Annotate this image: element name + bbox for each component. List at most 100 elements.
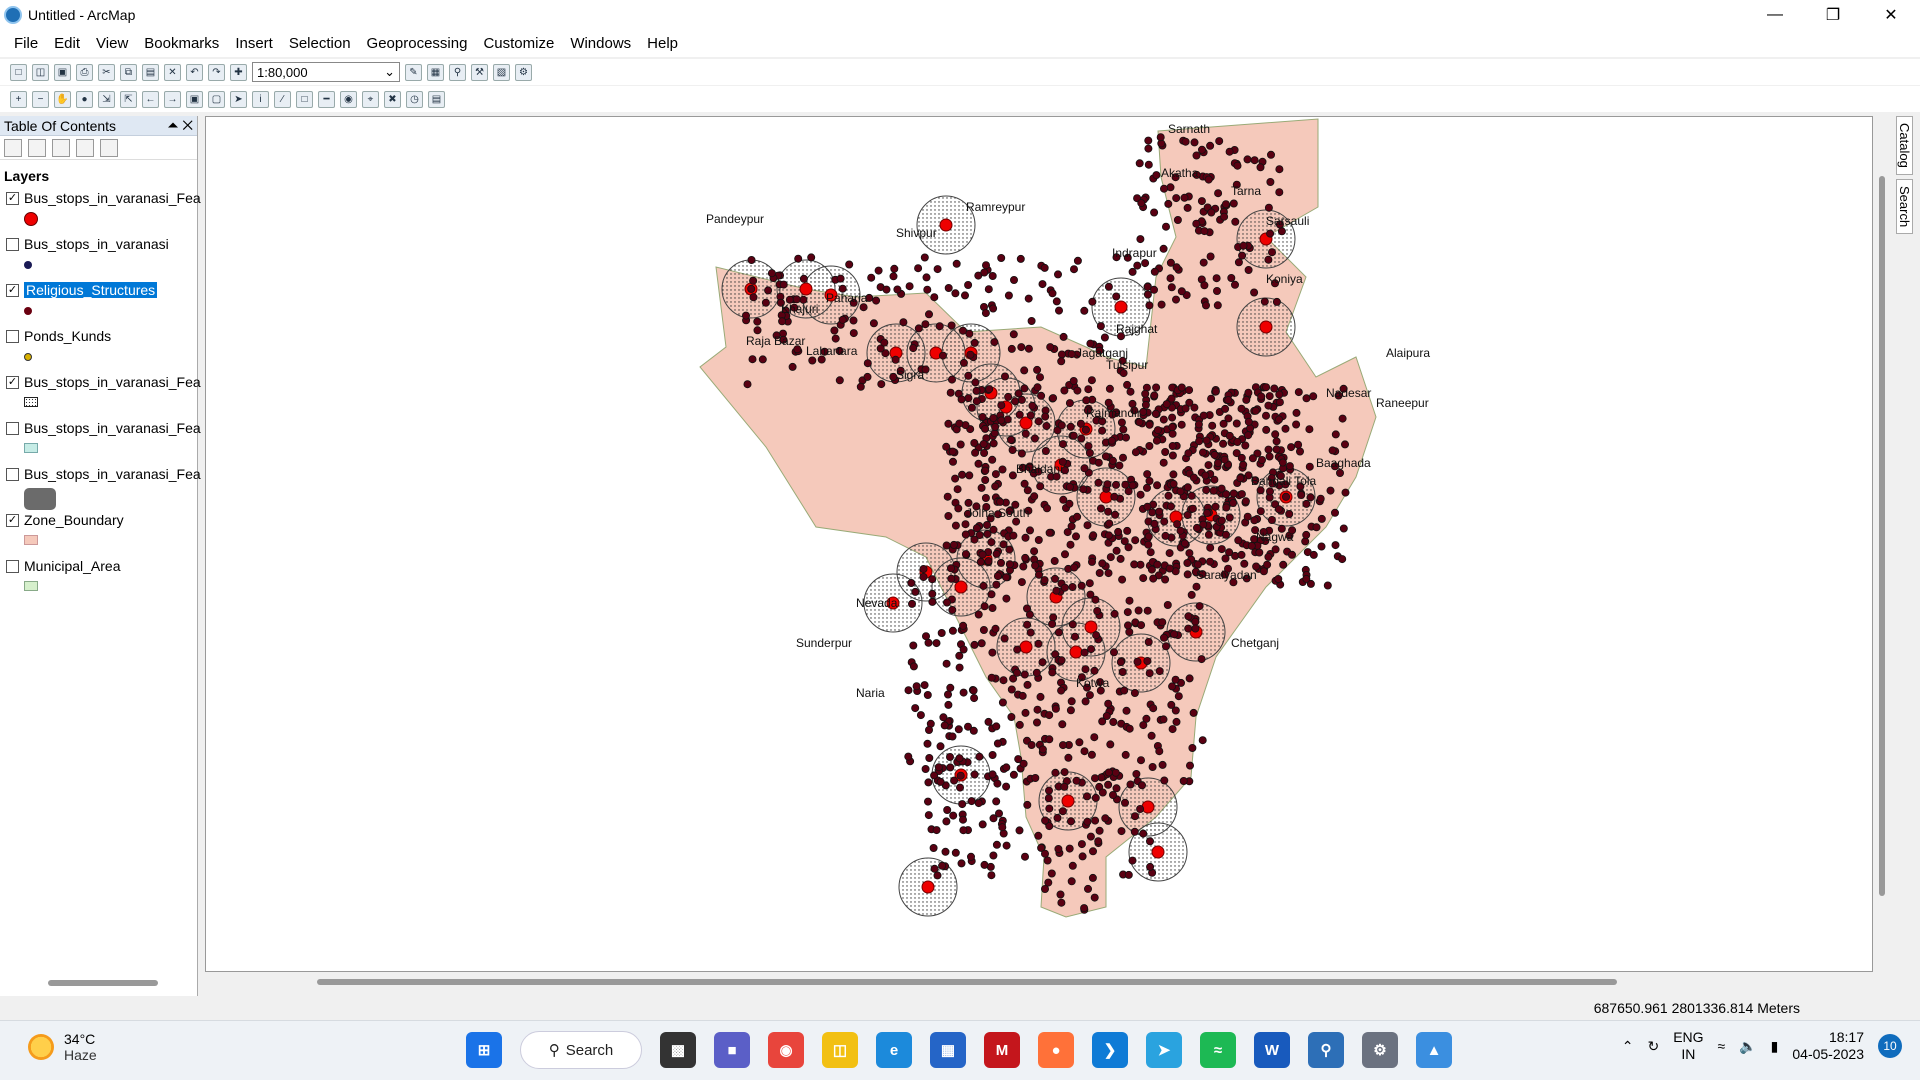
print-icon[interactable]: ⎙ xyxy=(76,63,93,81)
toc-layer-item[interactable]: Bus_stops_in_varanasi_Fea xyxy=(0,418,201,464)
html-popup-icon[interactable]: □ xyxy=(296,90,313,108)
map-view[interactable]: Sarnath Akatha Tarna Sarsauli Ramreypur Pande… xyxy=(205,116,1873,972)
python-window-icon[interactable]: ▧ xyxy=(493,63,510,81)
layer-name[interactable]: Municipal_Area xyxy=(24,558,121,574)
toc-layer-item[interactable]: Bus_stops_in_varanasi_Fea xyxy=(0,464,201,510)
undo-icon[interactable]: ↶ xyxy=(186,63,203,81)
open-folder-icon[interactable]: ◫ xyxy=(32,63,49,81)
layer-visibility-checkbox[interactable]: ✓ xyxy=(6,192,19,205)
layer-name[interactable]: Ponds_Kunds xyxy=(24,328,111,344)
toc-layer-item[interactable]: Ponds_Kunds xyxy=(0,326,197,372)
menu-view[interactable]: View xyxy=(88,31,136,56)
telegram-icon[interactable]: ➤ xyxy=(1146,1032,1182,1068)
language-indicator[interactable]: ENG IN xyxy=(1673,1029,1703,1063)
find-route-icon[interactable]: ⌖ xyxy=(362,90,379,108)
teams-chat-icon[interactable]: ■ xyxy=(714,1032,750,1068)
fixed-zoom-out-icon[interactable]: ⇱ xyxy=(120,90,137,108)
close-icon[interactable]: ✕ xyxy=(182,117,193,133)
layer-visibility-checkbox[interactable] xyxy=(6,238,19,251)
arcmap-taskbar-icon[interactable]: ⚲ xyxy=(1308,1032,1344,1068)
catalog-window-icon[interactable]: ▦ xyxy=(427,63,444,81)
layer-visibility-checkbox[interactable]: ✓ xyxy=(6,376,19,389)
file-explorer-icon[interactable]: ◫ xyxy=(822,1032,858,1068)
menu-insert[interactable]: Insert xyxy=(227,31,281,56)
sync-icon[interactable]: ↻ xyxy=(1647,1038,1659,1055)
layer-name[interactable]: Bus_stops_in_varanasi_Fea xyxy=(24,466,201,482)
menu-help[interactable]: Help xyxy=(639,31,686,56)
toc-layer-item[interactable]: Bus_stops_in_varanasi xyxy=(0,234,197,280)
settings-icon[interactable]: ⚙ xyxy=(1362,1032,1398,1068)
chrome-icon[interactable]: ◉ xyxy=(768,1032,804,1068)
edge-icon[interactable]: e xyxy=(876,1032,912,1068)
toc-layer-item[interactable]: ✓ Bus_stops_in_varanasi_Fea xyxy=(0,372,201,418)
layer-visibility-checkbox[interactable] xyxy=(6,468,19,481)
menu-file[interactable]: File xyxy=(6,31,46,56)
create-viewer-icon[interactable]: ▤ xyxy=(428,90,445,108)
toc-layer-item[interactable]: Municipal_Area xyxy=(0,556,197,602)
model-builder-icon[interactable]: ⚙ xyxy=(515,63,532,81)
cut-icon[interactable]: ✂ xyxy=(98,63,115,81)
notification-badge[interactable]: 10 xyxy=(1878,1034,1902,1058)
spotify-icon[interactable]: ≈ xyxy=(1200,1032,1236,1068)
layer-name[interactable]: Religious_Structures xyxy=(24,282,158,298)
redo-icon[interactable]: ↷ xyxy=(208,63,225,81)
identify-icon[interactable]: i xyxy=(252,90,269,108)
copy-icon[interactable]: ⧉ xyxy=(120,63,137,81)
hyperlink-icon[interactable]: ∕ xyxy=(274,90,291,108)
minimize-button[interactable]: — xyxy=(1746,0,1804,29)
fixed-zoom-in-icon[interactable]: ⇲ xyxy=(98,90,115,108)
layer-visibility-checkbox[interactable] xyxy=(6,560,19,573)
clock[interactable]: 18:17 04-05-2023 xyxy=(1792,1029,1864,1063)
start-button-icon[interactable]: ⊞ xyxy=(466,1032,502,1068)
layer-name[interactable]: Zone_Boundary xyxy=(24,512,124,528)
layer-visibility-checkbox[interactable] xyxy=(6,330,19,343)
firefox-icon[interactable]: ● xyxy=(1038,1032,1074,1068)
add-data-icon[interactable]: ✚ xyxy=(230,63,247,81)
layer-visibility-checkbox[interactable] xyxy=(6,422,19,435)
arctoolbox-icon[interactable]: ⚒ xyxy=(471,63,488,81)
back-extent-icon[interactable]: ← xyxy=(142,90,159,108)
menu-edit[interactable]: Edit xyxy=(46,31,88,56)
measure-icon[interactable]: ━ xyxy=(318,90,335,108)
menu-geoprocessing[interactable]: Geoprocessing xyxy=(359,31,476,56)
toc-options-icon[interactable] xyxy=(100,138,118,157)
menu-windows[interactable]: Windows xyxy=(562,31,639,56)
vscode-icon[interactable]: ❯ xyxy=(1092,1032,1128,1068)
weather-widget[interactable]: 34°C Haze xyxy=(28,1031,97,1063)
search-tab[interactable]: Search xyxy=(1896,178,1913,235)
toc-layer-item[interactable]: ✓ Bus_stops_in_varanasi_Fea xyxy=(0,188,201,234)
menu-bookmarks[interactable]: Bookmarks xyxy=(136,31,227,56)
wifi-icon[interactable]: ≈ xyxy=(1718,1038,1726,1054)
go-to-xy-icon[interactable]: ✖ xyxy=(384,90,401,108)
select-elements-icon[interactable]: ➤ xyxy=(230,90,247,108)
list-by-drawing-order-icon[interactable] xyxy=(4,138,22,157)
chevron-up-icon[interactable]: ⌃ xyxy=(1622,1038,1634,1055)
map-vertical-scrollbar[interactable] xyxy=(1874,116,1890,972)
toc-layer-item[interactable]: ✓ Zone_Boundary xyxy=(0,510,197,556)
paste-icon[interactable]: ▤ xyxy=(142,63,159,81)
select-features-icon[interactable]: ▣ xyxy=(186,90,203,108)
map-scale-dropdown[interactable]: 1:80,000 ⌄ xyxy=(252,62,400,82)
list-by-selection-icon[interactable] xyxy=(76,138,94,157)
volume-icon[interactable]: 🔈 xyxy=(1739,1038,1756,1055)
map-canvas[interactable]: Sarnath Akatha Tarna Sarsauli Ramreypur Pande… xyxy=(206,117,1874,973)
pan-icon[interactable]: ✋ xyxy=(54,90,71,108)
layer-name[interactable]: Bus_stops_in_varanasi_Fea xyxy=(24,420,201,436)
layer-name[interactable]: Bus_stops_in_varanasi_Fea xyxy=(24,374,201,390)
list-by-visibility-icon[interactable] xyxy=(52,138,70,157)
forward-extent-icon[interactable]: → xyxy=(164,90,181,108)
new-document-icon[interactable]: □ xyxy=(10,63,27,81)
layer-name[interactable]: Bus_stops_in_varanasi xyxy=(24,236,169,252)
store-icon[interactable]: ▦ xyxy=(930,1032,966,1068)
editor-toolbar-icon[interactable]: ✎ xyxy=(405,63,422,81)
battery-icon[interactable]: ▮ xyxy=(1771,1038,1779,1055)
zoom-out-icon[interactable]: − xyxy=(32,90,49,108)
catalog-tab[interactable]: Catalog xyxy=(1896,116,1913,175)
layer-visibility-checkbox[interactable]: ✓ xyxy=(6,514,19,527)
word-icon[interactable]: W xyxy=(1254,1032,1290,1068)
taskbar-search[interactable]: ⚲ Search xyxy=(520,1031,642,1069)
toc-layer-item[interactable]: ✓ Religious_Structures xyxy=(0,280,197,326)
list-by-source-icon[interactable] xyxy=(28,138,46,157)
pin-icon[interactable]: ⏶ xyxy=(167,117,178,133)
search-window-icon[interactable]: ⚲ xyxy=(449,63,466,81)
